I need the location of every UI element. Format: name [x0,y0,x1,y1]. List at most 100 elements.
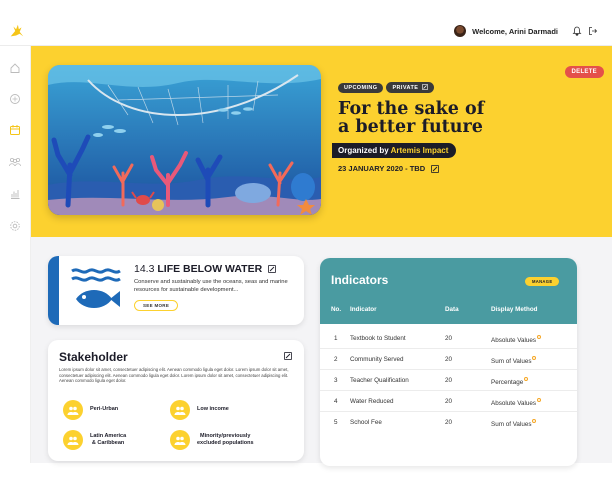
sidebar-item-home[interactable] [7,60,23,76]
see-more-button[interactable]: SEE MORE [134,300,179,311]
status-badge-upcoming: UPCOMING [338,83,384,93]
people-icon [9,158,21,167]
event-hero: UPCOMING PRIVATE For the sake of a better… [31,46,612,237]
sdg-color-stripe [48,256,59,325]
sidebar-item-people[interactable] [7,154,23,170]
sidebar-item-settings[interactable] [7,218,23,234]
column-header-display-method: Display Method [491,306,538,313]
stakeholder-item: Latin America & Caribbean [63,430,126,450]
indicators-title: Indicators [331,273,389,287]
cell-method: Percentage [491,377,529,386]
sdg-name: LIFE BELOW WATER [157,263,263,275]
event-title: For the sake of a better future [338,100,578,136]
event-date-row: 23 JANUARY 2020 - TBD [338,164,578,173]
group-icon [63,430,83,450]
settings-icon [10,221,20,231]
stakeholder-label: Low income [197,406,229,413]
main-content: UPCOMING PRIVATE For the sake of a better… [31,46,612,466]
edit-icon[interactable] [284,352,292,360]
cell-indicator: School Fee [350,419,382,426]
cell-indicator: Water Reduced [350,398,394,405]
cell-method: Absolute Values [491,335,542,344]
info-icon[interactable] [532,419,537,423]
delete-button[interactable]: DELETE [564,66,604,78]
stakeholder-item: Low income [170,400,229,420]
table-row[interactable]: 4 Water Reduced 20 Absolute Values [320,391,577,412]
stakeholder-label: Peri-Urban [90,406,119,413]
cell-method-label: Absolute Values [491,400,537,407]
event-info: UPCOMING PRIVATE For the sake of a better… [332,76,578,173]
event-tags: UPCOMING PRIVATE [338,76,578,94]
cell-data: 20 [445,377,453,384]
sdg-description: Conserve and sustainably use the oceans,… [134,279,288,293]
indicators-card: Indicators MANAGE No. Indicator Data Dis… [320,258,577,466]
stakeholder-item: Minority/previously excluded populations [170,430,254,450]
sdg-number: 14.3 [134,263,155,275]
sidebar [0,46,31,463]
cell-method: Sum of Values [491,419,537,428]
organizer-banner: Organized by Artemis Impact [332,143,457,158]
top-bar: Welcome, Arini Darmadi [0,15,612,46]
sdg-card: 14.3 LIFE BELOW WATER Conserve and susta… [48,256,304,325]
cell-no: 4 [334,398,338,405]
explore-icon [10,94,20,104]
fish-waves-icon [71,268,121,308]
stakeholder-label: Latin America [90,432,127,439]
cell-data: 20 [445,419,453,426]
edit-icon[interactable] [431,164,439,173]
column-header-indicator: Indicator [350,306,377,313]
cell-indicator: Community Served [350,356,404,363]
cell-no: 1 [334,335,338,342]
info-icon[interactable] [532,356,537,360]
table-row[interactable]: 3 Teacher Qualification 20 Percentage [320,370,577,391]
logout-icon[interactable] [588,26,598,36]
bell-icon[interactable] [572,26,582,36]
app-window: Welcome, Arini Darmadi UPCOMING PRIVATE … [0,15,612,466]
sidebar-item-events[interactable] [7,122,23,138]
cell-method-label: Sum of Values [491,358,532,365]
manage-button[interactable]: MANAGE [525,277,560,286]
stakeholder-title: Stakeholder [59,350,128,364]
info-icon[interactable] [524,377,529,381]
info-icon[interactable] [537,398,542,402]
table-row[interactable]: 5 School Fee 20 Sum of Values [320,412,577,433]
stakeholder-label-line2: excluded populations [197,440,254,446]
stakeholder-label-line2: & Caribbean [91,440,125,446]
cell-no: 3 [334,377,338,384]
table-row[interactable]: 2 Community Served 20 Sum of Values [320,349,577,370]
sidebar-item-reports[interactable] [7,186,23,202]
event-cover-image [48,65,321,215]
sdg-title: 14.3 LIFE BELOW WATER [134,263,294,275]
cell-data: 20 [445,335,453,342]
welcome-text: Welcome, Arini Darmadi [472,26,558,36]
cell-indicator: Textbook to Student [350,335,406,342]
event-title-line1: For the sake of [338,99,485,119]
organized-by-label: Organized by [338,146,389,155]
cell-method-label: Absolute Values [491,337,537,344]
event-date: 23 JANUARY 2020 - TBD [338,164,426,173]
cell-data: 20 [445,356,453,363]
organizer-name[interactable]: Artemis Impact [391,146,449,155]
stakeholder-description: Lorem ipsum dolor sit amet, consectetuer… [59,367,289,383]
cell-method-label: Percentage [491,379,524,386]
logo-deer-icon[interactable] [8,22,26,40]
column-header-data: Data [445,306,459,313]
group-icon [170,430,190,450]
cell-method-label: Sum of Values [491,421,532,428]
info-icon[interactable] [537,335,542,339]
avatar[interactable] [454,25,467,37]
table-row[interactable]: 1 Textbook to Student 20 Absolute Values [320,328,577,349]
calendar-icon [10,125,20,135]
home-icon [10,63,20,73]
group-icon [63,400,83,420]
sidebar-item-explore[interactable] [7,91,23,107]
user-area: Welcome, Arini Darmadi [454,23,598,39]
stakeholder-card: Stakeholder Lorem ipsum dolor sit amet, … [48,340,304,461]
cell-no: 5 [334,419,338,426]
privacy-badge[interactable]: PRIVATE [386,82,435,93]
stakeholder-label: Minority/previously [200,432,251,439]
privacy-badge-label: PRIVATE [392,85,419,91]
cell-no: 2 [334,356,338,363]
indicators-header: Indicators MANAGE No. Indicator Data Dis… [320,258,577,324]
edit-icon[interactable] [268,265,276,273]
